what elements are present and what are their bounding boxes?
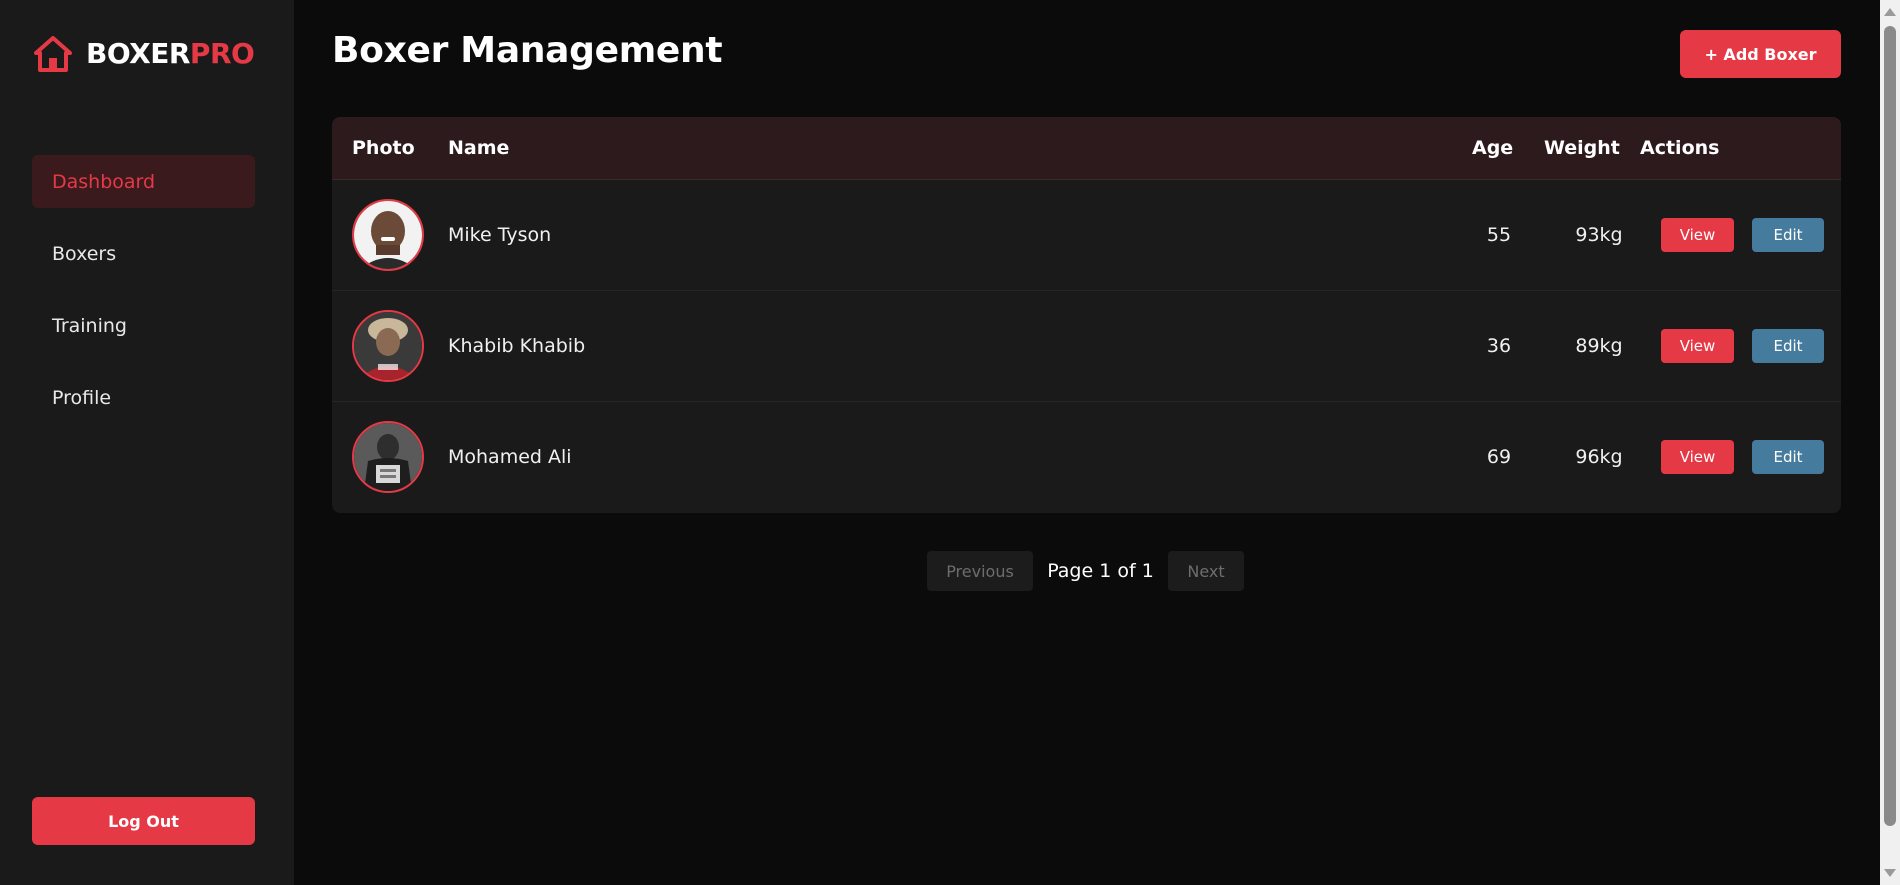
boxer-name: Mohamed Ali <box>448 446 572 468</box>
next-page-button[interactable]: Next <box>1168 551 1244 591</box>
avatar <box>352 310 424 382</box>
boxer-name: Mike Tyson <box>448 224 552 246</box>
view-button[interactable]: View <box>1661 218 1734 252</box>
edit-button[interactable]: Edit <box>1752 218 1824 252</box>
table-row: Mohamed Ali 69 96kg View Edit <box>332 402 1841 513</box>
view-button[interactable]: View <box>1661 329 1734 363</box>
boxer-weight: 89kg <box>1575 335 1623 357</box>
table-header: Photo Name Age Weight Actions <box>332 117 1841 180</box>
avatar <box>352 199 424 271</box>
edit-button[interactable]: Edit <box>1752 440 1824 474</box>
sidebar: BOXERPRO Dashboard Boxers Training Profi… <box>0 0 294 885</box>
logo-text-boxer: BOXER <box>86 37 190 70</box>
home-icon <box>34 36 72 72</box>
logout-button[interactable]: Log Out <box>32 797 255 845</box>
page-indicator: Page 1 of 1 <box>1047 560 1154 582</box>
boxers-table: Photo Name Age Weight Actions Mike Tyson… <box>332 117 1841 513</box>
scroll-up-arrow-icon[interactable] <box>1884 8 1896 16</box>
avatar <box>352 421 424 493</box>
logo-text-pro: PRO <box>189 37 255 70</box>
logo-text: BOXERPRO <box>86 37 255 70</box>
boxer-age: 55 <box>1486 224 1512 246</box>
boxer-age: 36 <box>1486 335 1512 357</box>
sidebar-item-training[interactable]: Training <box>32 299 255 352</box>
sidebar-nav: Dashboard Boxers Training Profile <box>32 155 255 443</box>
sidebar-item-boxers[interactable]: Boxers <box>32 227 255 280</box>
column-header-name: Name <box>448 137 510 159</box>
column-header-actions: Actions <box>1640 137 1720 159</box>
scroll-down-arrow-icon[interactable] <box>1884 869 1896 877</box>
edit-button[interactable]: Edit <box>1752 329 1824 363</box>
boxer-age: 69 <box>1486 446 1512 468</box>
add-boxer-button[interactable]: + Add Boxer <box>1680 30 1841 78</box>
column-header-age: Age <box>1472 137 1514 159</box>
table-row: Mike Tyson 55 93kg View Edit <box>332 180 1841 291</box>
sidebar-item-dashboard[interactable]: Dashboard <box>32 155 255 208</box>
table-row: Khabib Khabib 36 89kg View Edit <box>332 291 1841 402</box>
sidebar-item-profile[interactable]: Profile <box>32 371 255 424</box>
vertical-scrollbar[interactable] <box>1880 0 1900 885</box>
view-button[interactable]: View <box>1661 440 1734 474</box>
page-title: Boxer Management <box>332 30 723 71</box>
scrollbar-thumb[interactable] <box>1884 26 1896 826</box>
boxer-weight: 93kg <box>1575 224 1623 246</box>
column-header-photo: Photo <box>352 137 415 159</box>
previous-page-button[interactable]: Previous <box>927 551 1033 591</box>
logo[interactable]: BOXERPRO <box>34 36 255 72</box>
boxer-name: Khabib Khabib <box>448 335 586 357</box>
boxer-weight: 96kg <box>1575 446 1623 468</box>
app: BOXERPRO Dashboard Boxers Training Profi… <box>0 0 1900 885</box>
column-header-weight: Weight <box>1544 137 1620 159</box>
